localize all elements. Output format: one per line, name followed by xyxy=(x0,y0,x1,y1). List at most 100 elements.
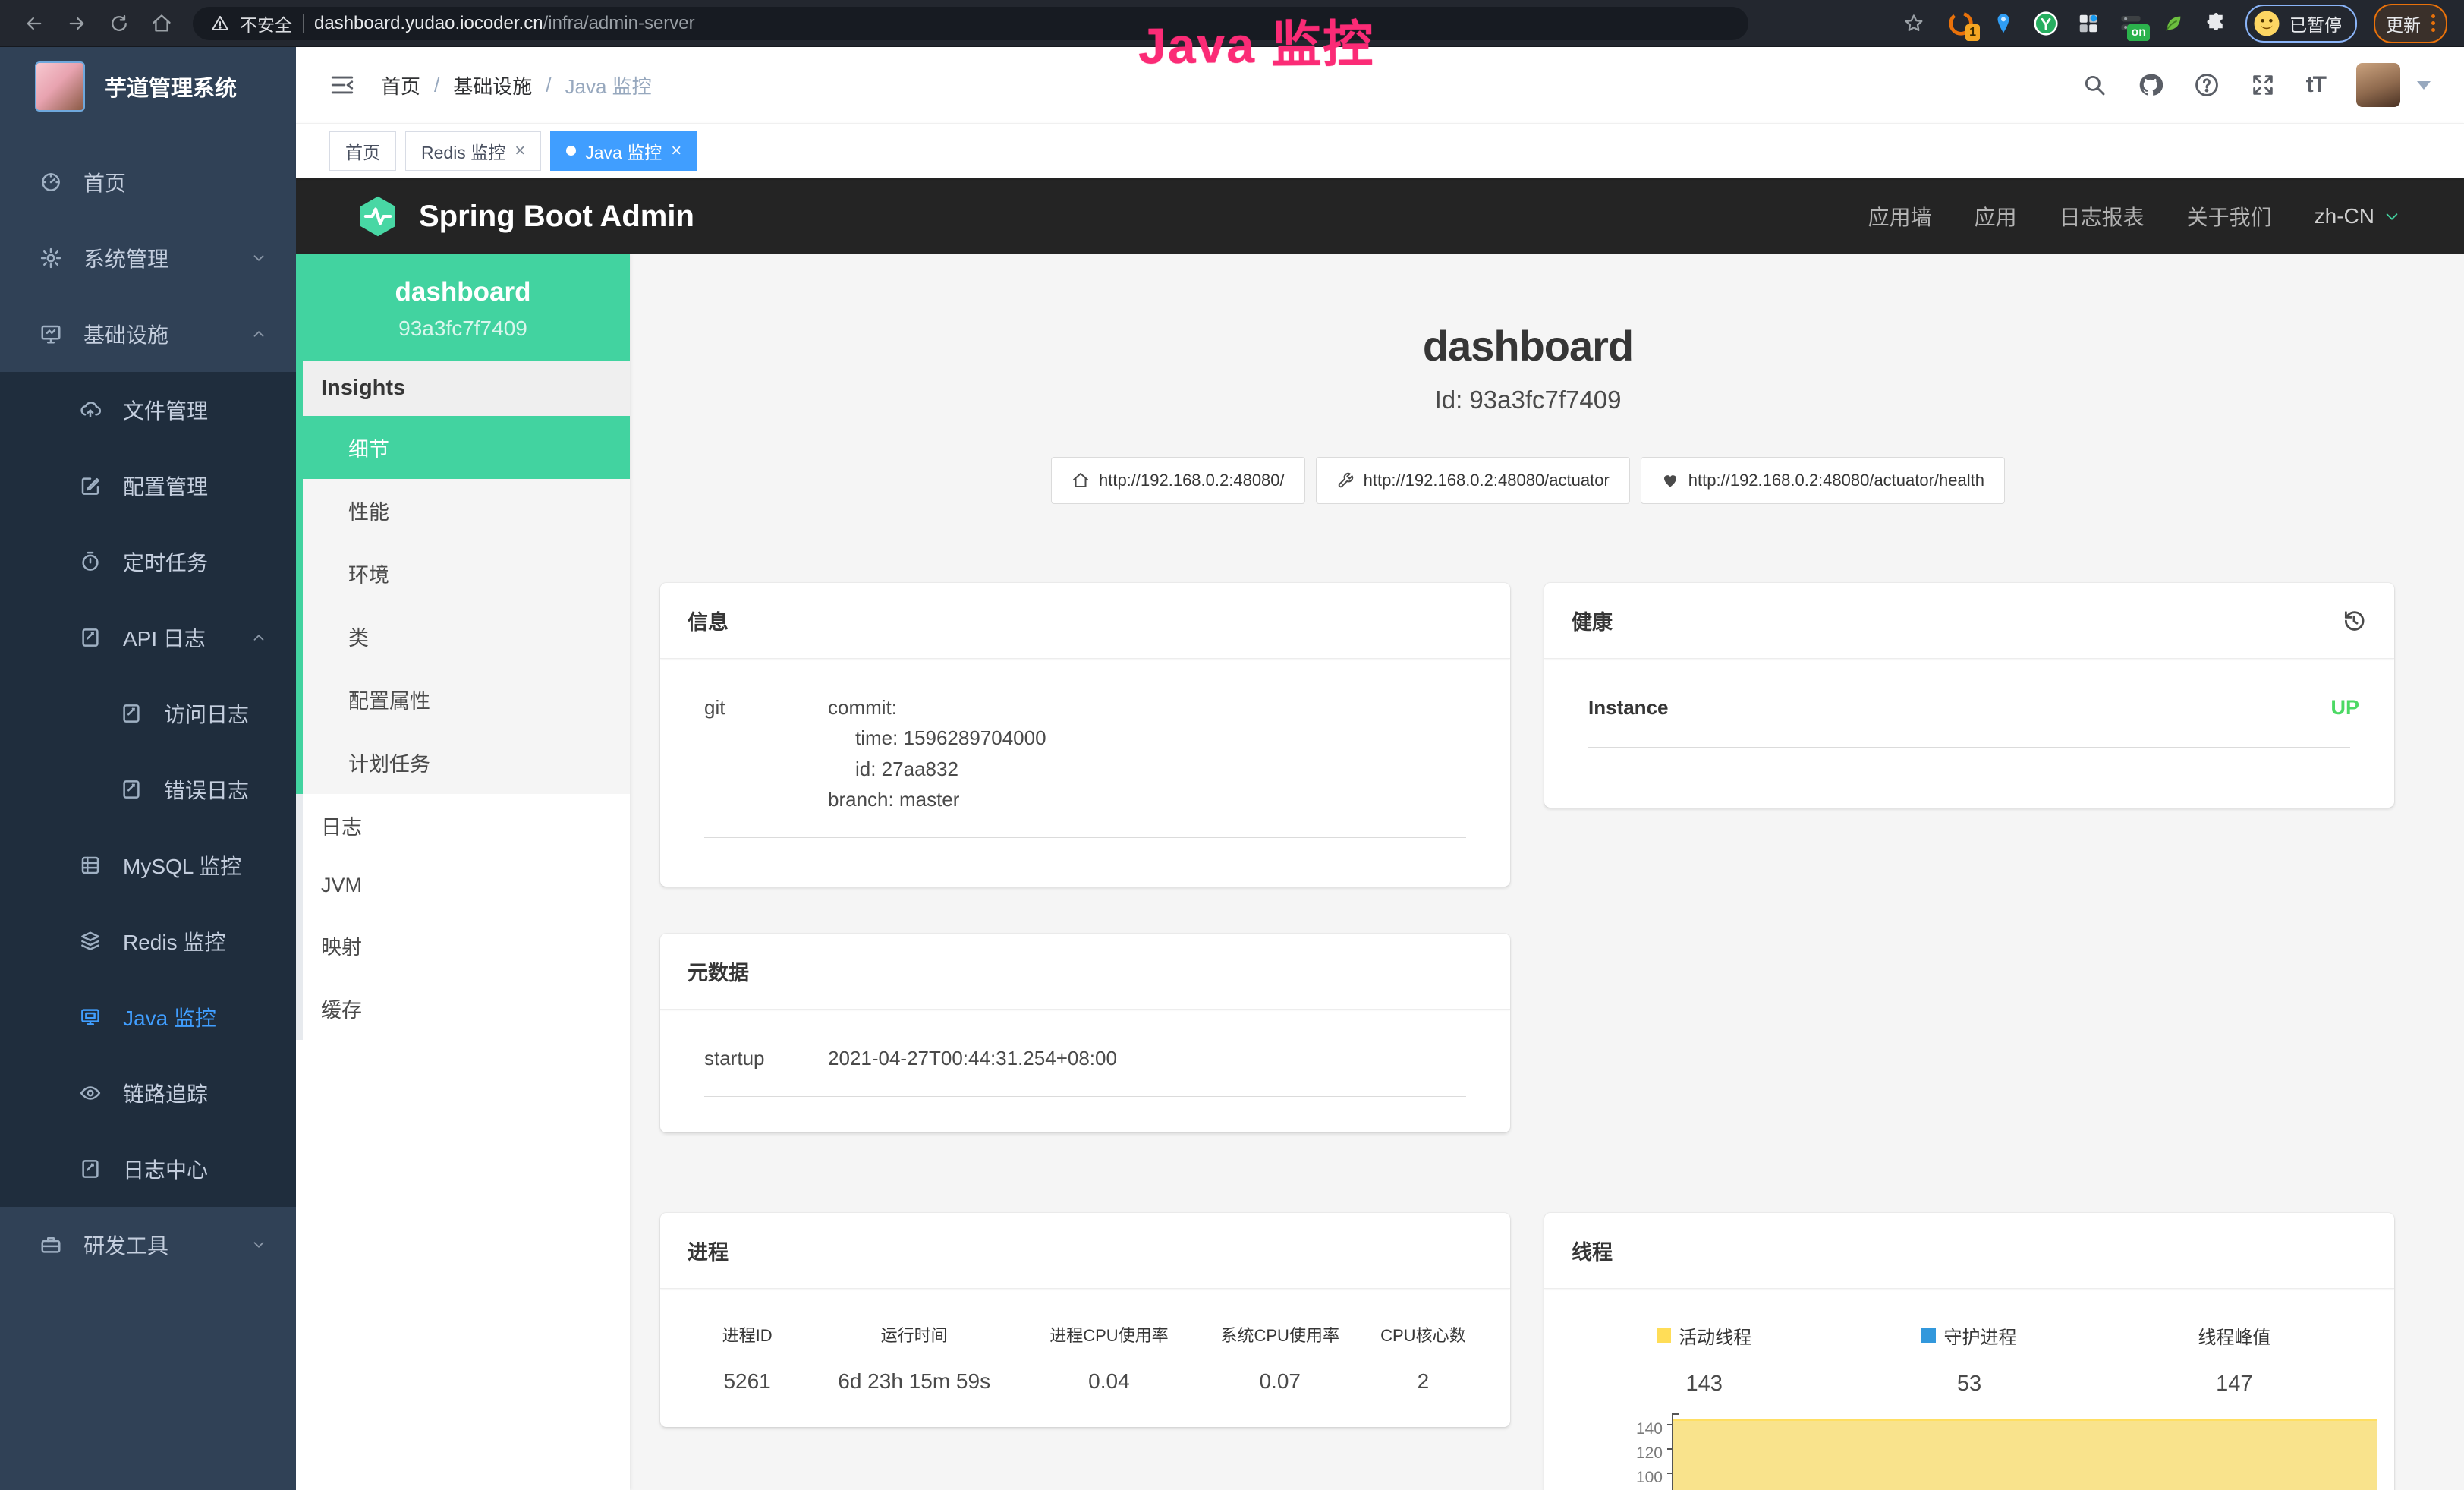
close-icon[interactable]: × xyxy=(515,140,525,162)
tag-java-active[interactable]: Java 监控× xyxy=(550,131,697,171)
menu-item-details[interactable]: 细节 xyxy=(303,416,630,479)
health-instance-label: Instance xyxy=(1572,692,1712,724)
process-card: 进程 进程ID 运行时间 进程CPU使用率 系统CPU使用率 CPU核心数 52… xyxy=(660,1213,1510,1427)
health-card: 健康 Instance UP xyxy=(1544,583,2394,808)
sidebar-item-api-log[interactable]: API 日志 xyxy=(0,600,296,676)
url-separator xyxy=(303,14,304,33)
sidebar-item-java-monitor[interactable]: Java 监控 xyxy=(0,979,296,1055)
metadata-key: startup xyxy=(688,1043,828,1073)
extension-colorpicker-icon[interactable]: 1 xyxy=(1948,11,1974,36)
forward-icon[interactable] xyxy=(59,6,94,41)
process-pid: 5261 xyxy=(688,1369,807,1394)
app-logo-row[interactable]: 芋道管理系统 xyxy=(0,47,296,126)
top-navbar: 首页 / 基础设施 / Java 监控 tT xyxy=(296,47,2464,123)
menu-item-environment[interactable]: 环境 xyxy=(303,542,630,605)
sidebar-item-files[interactable]: 文件管理 xyxy=(0,372,296,448)
chevron-up-icon xyxy=(250,629,267,646)
search-icon[interactable] xyxy=(2082,72,2107,98)
app-title: 芋道管理系统 xyxy=(105,71,237,102)
font-size-icon[interactable]: tT xyxy=(2306,72,2326,98)
update-button[interactable]: 更新 xyxy=(2374,4,2447,43)
sidebar-item-config[interactable]: 配置管理 xyxy=(0,448,296,524)
address-bar[interactable]: 不安全 dashboard.yudao.iocoder.cn/infra/adm… xyxy=(193,7,1748,40)
health-url-button[interactable]: http://192.168.0.2:48080/actuator/health xyxy=(1641,457,2005,504)
menu-item-scheduled-tasks[interactable]: 计划任务 xyxy=(303,731,630,794)
security-label[interactable]: 不安全 xyxy=(240,11,292,36)
back-icon[interactable] xyxy=(17,6,52,41)
extension-y-circle-icon[interactable] xyxy=(2033,11,2059,36)
actuator-url-button[interactable]: http://192.168.0.2:48080/actuator xyxy=(1316,457,1630,504)
threads-card: 线程 活动线程 守护进程 线程峰值 143 53 147 xyxy=(1544,1213,2394,1490)
emoji-avatar-icon xyxy=(2253,10,2280,37)
fullscreen-icon[interactable] xyxy=(2250,72,2276,98)
warning-icon xyxy=(211,14,229,33)
sidebar-item-infra[interactable]: 基础设施 xyxy=(0,296,296,372)
url-text[interactable]: dashboard.yudao.iocoder.cn/infra/admin-s… xyxy=(314,13,695,34)
sba-nav-about[interactable]: 关于我们 xyxy=(2187,201,2272,232)
help-icon[interactable] xyxy=(2194,72,2220,98)
github-icon[interactable] xyxy=(2138,72,2163,98)
breadcrumb-infra[interactable]: 基础设施 xyxy=(453,71,532,99)
sidebar-item-tracing[interactable]: 链路追踪 xyxy=(0,1055,296,1131)
sidebar-item-mysql[interactable]: MySQL 监控 xyxy=(0,827,296,903)
sidebar-item-error-log[interactable]: 错误日志 xyxy=(0,751,296,827)
sba-nav-applications[interactable]: 应用 xyxy=(1975,201,2017,232)
tag-home[interactable]: 首页 xyxy=(329,131,396,171)
sba-brand[interactable]: Spring Boot Admin xyxy=(355,194,694,239)
log-icon xyxy=(79,1158,102,1180)
reload-icon[interactable] xyxy=(102,6,137,41)
service-url-button[interactable]: http://192.168.0.2:48080/ xyxy=(1051,457,1305,504)
sidebar-item-access-log[interactable]: 访问日志 xyxy=(0,676,296,751)
peak-threads-value: 147 xyxy=(2102,1372,2367,1397)
chevron-down-icon xyxy=(2384,208,2400,225)
menu-item-logging[interactable]: 日志 xyxy=(303,794,630,857)
extension-pin-icon[interactable] xyxy=(1990,11,2016,36)
locale-selector[interactable]: zh-CN xyxy=(2315,204,2400,228)
page-title: dashboard xyxy=(660,321,2396,370)
menu-item-caches[interactable]: 缓存 xyxy=(303,977,630,1040)
profile-paused-badge[interactable]: 已暂停 xyxy=(2245,5,2357,43)
threads-area-chart: 140 120 100 xyxy=(1572,1413,2379,1490)
instance-header[interactable]: dashboard 93a3fc7f7409 xyxy=(296,254,630,361)
close-icon[interactable]: × xyxy=(671,140,681,162)
sba-nav-journal[interactable]: 日志报表 xyxy=(2060,201,2145,232)
menu-item-config-props[interactable]: 配置属性 xyxy=(303,668,630,731)
browser-menu-icon[interactable] xyxy=(2431,14,2435,32)
instance-name: dashboard xyxy=(304,277,622,307)
info-value: commit: time: 1596289704000 id: 27aa832 … xyxy=(828,692,1483,814)
timer-icon xyxy=(79,550,102,573)
sba-nav-wallboard[interactable]: 应用墙 xyxy=(1868,201,1932,232)
y-tick: 140 xyxy=(1572,1421,1663,1437)
health-card-title: 健康 xyxy=(1572,606,1613,635)
tag-redis[interactable]: Redis 监控× xyxy=(405,131,541,171)
sidebar-item-dev-tools[interactable]: 研发工具 xyxy=(0,1207,296,1283)
avatar-caret-icon[interactable] xyxy=(2417,81,2431,90)
insights-section-label: Insights xyxy=(303,361,630,416)
extension-switch-icon[interactable]: on xyxy=(2118,11,2144,36)
sidebar-item-home[interactable]: 首页 xyxy=(0,144,296,220)
chevron-up-icon xyxy=(250,326,267,342)
menu-item-metrics[interactable]: 性能 xyxy=(303,479,630,542)
log-icon xyxy=(120,702,143,725)
history-icon[interactable] xyxy=(2341,608,2367,634)
sidebar-item-log-center[interactable]: 日志中心 xyxy=(0,1131,296,1207)
sba-sidebar: dashboard 93a3fc7f7409 Insights 细节 性能 环境… xyxy=(296,254,630,1490)
breadcrumb-home[interactable]: 首页 xyxy=(381,71,420,99)
sidebar-fold-icon[interactable] xyxy=(329,72,355,98)
user-avatar[interactable] xyxy=(2356,63,2400,107)
extension-leaf-icon[interactable] xyxy=(2160,11,2186,36)
log-icon xyxy=(120,778,143,801)
home-icon[interactable] xyxy=(144,6,179,41)
menu-item-mappings[interactable]: 映射 xyxy=(303,914,630,977)
menu-item-classes[interactable]: 类 xyxy=(303,605,630,668)
system-cpu: 0.07 xyxy=(1197,1369,1364,1394)
sidebar-item-redis[interactable]: Redis 监控 xyxy=(0,903,296,979)
gear-icon xyxy=(39,247,62,269)
bookmark-star-icon[interactable] xyxy=(1896,6,1931,41)
sidebar-item-system[interactable]: 系统管理 xyxy=(0,220,296,296)
extensions-puzzle-icon[interactable] xyxy=(2203,11,2229,36)
extension-grid-icon[interactable] xyxy=(2075,11,2101,36)
sidebar-item-jobs[interactable]: 定时任务 xyxy=(0,524,296,600)
menu-item-jvm[interactable]: JVM xyxy=(303,857,630,914)
live-threads-area xyxy=(1673,1419,2377,1490)
